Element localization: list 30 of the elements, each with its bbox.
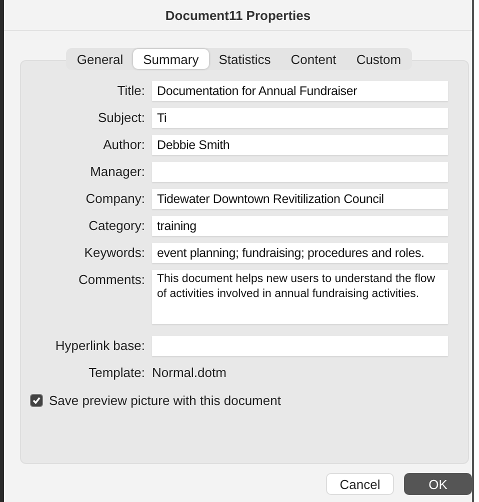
input-field[interactable]: Debbie Smith — [152, 135, 448, 155]
field-value: Normal.dotm — [152, 364, 228, 382]
input-field[interactable] — [152, 162, 448, 182]
checkbox[interactable] — [30, 394, 43, 407]
cancel-button[interactable]: Cancel — [326, 473, 394, 495]
field-label: Company: — [84, 190, 145, 208]
field-label: Keywords: — [83, 244, 145, 262]
field-label: Subject: — [97, 109, 145, 127]
field-label: Comments: — [78, 271, 145, 289]
field-label: Author: — [102, 136, 145, 154]
input-field[interactable]: Tidewater Downtown Revitilization Council — [152, 189, 448, 209]
field-label: Category: — [88, 217, 145, 235]
tab[interactable]: Custom — [346, 49, 412, 69]
tab[interactable]: Summary — [133, 49, 209, 69]
field-label: Title: — [116, 82, 145, 100]
comments-field[interactable]: This document helps new users to understand the flow of activities involved in annual fundraising activities. — [152, 270, 448, 324]
tab[interactable]: General — [66, 49, 134, 69]
ok-button[interactable]: OK — [404, 473, 472, 495]
checkbox-label: Save preview picture with this document — [49, 393, 281, 408]
input-field[interactable]: Ti — [152, 108, 448, 128]
input-field[interactable]: training — [152, 216, 448, 236]
input-field[interactable] — [152, 336, 448, 356]
window-title: Document11 Properties — [165, 8, 311, 22]
field-label: Template: — [88, 364, 145, 382]
field-label: Manager: — [89, 163, 145, 181]
tab[interactable]: Content — [280, 49, 346, 69]
input-field[interactable]: event planning; fundraising; procedures and roles. — [152, 243, 448, 263]
tab[interactable]: Statistics — [208, 49, 281, 69]
input-field[interactable]: Documentation for Annual Fundraiser — [152, 81, 448, 101]
field-label: Hyperlink base: — [54, 337, 145, 355]
